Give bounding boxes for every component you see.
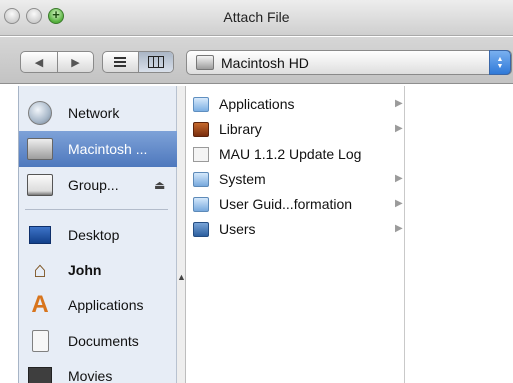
back-forward-control: ◀ ▶ <box>20 51 94 73</box>
library-folder-icon <box>193 122 209 137</box>
disclosure-arrow-icon: ▶ <box>395 98 403 109</box>
movies-icon <box>27 363 53 383</box>
sidebar-item-label: Movies <box>68 368 113 383</box>
column-item-user-guides[interactable]: User Guid...formation ▶ <box>187 192 405 217</box>
forward-button[interactable]: ▶ <box>56 52 93 72</box>
file-column: Applications ▶ Library ▶ MAU 1.1.2 Updat… <box>187 86 405 383</box>
column-item-label: MAU 1.1.2 Update Log <box>219 146 362 162</box>
disclosure-arrow-icon: ▶ <box>395 123 403 134</box>
column-item-users[interactable]: Users ▶ <box>187 217 405 242</box>
sidebar-item-label: Group... <box>68 177 119 193</box>
column-item-applications[interactable]: Applications ▶ <box>187 92 405 117</box>
sidebar-item-label: Applications <box>68 297 144 313</box>
popup-stepper[interactable]: ▲ ▼ <box>489 50 511 75</box>
disclosure-arrow-icon: ▶ <box>395 198 403 209</box>
external-drive-icon <box>27 172 53 198</box>
network-globe-icon <box>27 100 53 126</box>
view-mode-control <box>102 51 174 73</box>
hard-drive-icon <box>196 55 214 70</box>
documents-icon <box>27 328 53 354</box>
column-item-label: System <box>219 171 266 187</box>
column-item-update-log[interactable]: MAU 1.1.2 Update Log <box>187 142 405 167</box>
column-view-icon <box>147 56 164 68</box>
sidebar-item-network[interactable]: Network <box>19 95 177 131</box>
sidebar-item-label: Network <box>68 105 120 121</box>
column-item-system[interactable]: System ▶ <box>187 167 405 192</box>
desktop-icon <box>27 222 53 248</box>
column-item-label: Users <box>219 221 256 237</box>
sidebar-item-group[interactable]: Group... ⏏ <box>19 167 177 203</box>
system-folder-icon <box>193 172 209 187</box>
user-guide-folder-icon <box>193 197 209 212</box>
sidebar-item-label: John <box>68 262 102 278</box>
applications-folder-icon <box>193 97 209 112</box>
location-label: Macintosh HD <box>221 55 309 71</box>
hard-drive-icon <box>27 136 53 162</box>
sidebar-item-label: Documents <box>68 333 139 349</box>
forward-arrow-icon: ▶ <box>71 56 80 69</box>
location-popup[interactable]: Macintosh HD ▲ ▼ <box>186 50 512 75</box>
sidebar-item-macintosh-hd[interactable]: Macintosh ... <box>19 131 177 167</box>
column-view-button[interactable] <box>137 52 173 72</box>
sidebar-item-label: Desktop <box>68 227 120 243</box>
column-item-label: Library <box>219 121 262 137</box>
disclosure-arrow-icon: ▶ <box>395 223 403 234</box>
sidebar-item-label: Macintosh ... <box>68 141 148 157</box>
down-arrow-icon: ▼ <box>496 62 504 70</box>
sidebar-divider <box>25 209 168 210</box>
sidebar-resize-handle[interactable]: ▲ <box>177 86 186 383</box>
window-title: Attach File <box>223 9 290 25</box>
column-item-library[interactable]: Library ▶ <box>187 117 405 142</box>
list-view-icon <box>114 57 127 67</box>
resize-arrow-icon: ▲ <box>177 272 186 282</box>
sidebar-item-documents[interactable]: Documents <box>19 323 177 359</box>
eject-icon[interactable]: ⏏ <box>154 178 165 192</box>
back-arrow-icon: ◀ <box>34 56 44 69</box>
up-arrow-icon: ▲ <box>496 55 504 63</box>
list-view-button[interactable] <box>103 52 138 72</box>
sidebar: Network Macintosh ... Group... ⏏ Desktop… <box>18 86 177 383</box>
empty-column <box>406 86 513 383</box>
toolbar: ◀ ▶ Macintosh HD ▲ ▼ <box>0 37 513 84</box>
title-bar: + Attach File <box>0 0 513 36</box>
log-document-icon <box>193 147 209 162</box>
column-item-label: Applications <box>219 96 295 112</box>
applications-icon: A <box>31 291 49 318</box>
sidebar-item-movies[interactable]: Movies <box>19 358 177 383</box>
users-folder-icon <box>193 222 209 237</box>
sidebar-item-desktop[interactable]: Desktop <box>19 217 177 253</box>
home-icon: ⌂ <box>33 257 47 282</box>
disclosure-arrow-icon: ▶ <box>395 173 403 184</box>
column-item-label: User Guid...formation <box>219 196 353 212</box>
sidebar-item-john[interactable]: ⌂ John <box>19 252 177 288</box>
sidebar-item-applications[interactable]: A Applications <box>19 287 177 323</box>
back-button[interactable]: ◀ <box>21 52 57 72</box>
